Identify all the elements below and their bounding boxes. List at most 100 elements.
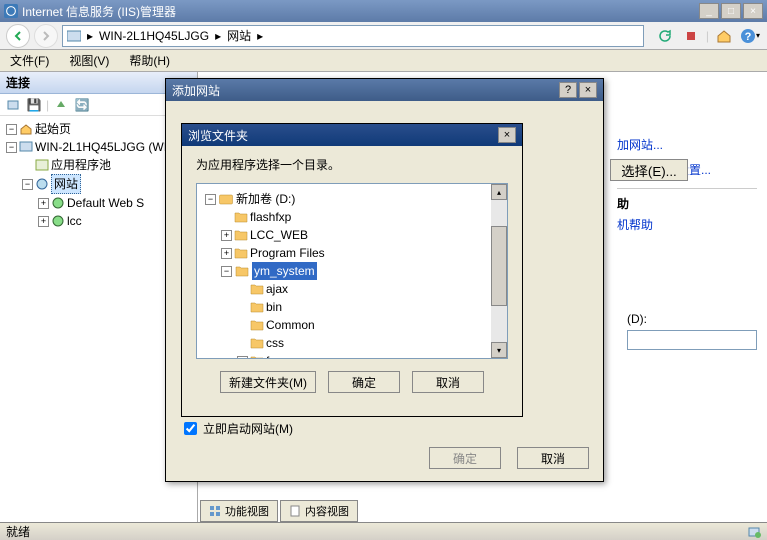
folder-tree[interactable]: − 新加卷 (D:) flashfxp + LCC_WEB + Program Fil… xyxy=(197,184,507,359)
new-folder-button[interactable]: 新建文件夹(M) xyxy=(220,371,316,393)
action-online-help[interactable]: 机帮助 xyxy=(617,212,757,237)
doc-icon xyxy=(289,505,301,517)
grid-icon xyxy=(209,505,221,517)
expand-toggle[interactable]: + xyxy=(38,198,49,209)
folder-icon xyxy=(250,283,264,295)
expand-toggle[interactable]: − xyxy=(22,179,33,190)
close-button[interactable]: × xyxy=(743,3,763,19)
tree-apppool[interactable]: 应用程序池 xyxy=(51,156,111,174)
server-icon xyxy=(67,29,81,43)
add-website-titlebar[interactable]: 添加网站 ? × xyxy=(166,79,603,101)
folder-bin[interactable]: bin xyxy=(266,298,282,316)
breadcrumb-sep: ▸ xyxy=(257,29,263,43)
add-website-title: 添加网站 xyxy=(172,82,220,99)
home-button[interactable] xyxy=(713,25,735,47)
save-button[interactable]: 💾 xyxy=(25,96,43,114)
config-icon xyxy=(747,525,761,539)
start-immediately-row: 立即启动网站(M) xyxy=(184,420,293,437)
add-website-dialog: 添加网站 ? × 选择(E)... 浏览文件夹 × 为应用程序选择一个目录。 −… xyxy=(165,78,604,482)
scroll-up-button[interactable]: ▴ xyxy=(491,184,507,200)
help-button[interactable]: ?▾ xyxy=(739,25,761,47)
start-immediately-label: 立即启动网站(M) xyxy=(203,420,293,437)
up-button[interactable] xyxy=(52,96,70,114)
dialog-help-button[interactable]: ? xyxy=(559,82,577,98)
stop-button[interactable] xyxy=(680,25,702,47)
menu-view[interactable]: 视图(V) xyxy=(65,50,113,71)
folder-css[interactable]: css xyxy=(266,334,284,352)
app-icon xyxy=(4,4,18,18)
browse-cancel-button[interactable]: 取消 xyxy=(412,371,484,393)
expand-toggle[interactable]: + xyxy=(221,230,232,241)
connect-button[interactable] xyxy=(4,96,22,114)
browse-prompt: 为应用程序选择一个目录。 xyxy=(182,146,522,179)
tree-startpage[interactable]: 起始页 xyxy=(35,120,71,138)
browse-folder-dialog: 浏览文件夹 × 为应用程序选择一个目录。 − 新加卷 (D:) flashfxp … xyxy=(181,123,523,417)
server-icon xyxy=(19,140,33,154)
breadcrumb-bar[interactable]: ▸ WIN-2L1HQ45LJGG ▸ 网站 ▸ xyxy=(62,25,644,47)
folder-icon xyxy=(234,211,248,223)
nav-bar: ▸ WIN-2L1HQ45LJGG ▸ 网站 ▸ | ?▾ xyxy=(0,22,767,50)
minimize-button[interactable]: _ xyxy=(699,3,719,19)
browse-titlebar[interactable]: 浏览文件夹 × xyxy=(182,124,522,146)
physical-path-field: (D): xyxy=(627,312,757,350)
scroll-down-button[interactable]: ▾ xyxy=(491,342,507,358)
expand-toggle[interactable]: − xyxy=(205,194,216,205)
folder-icon xyxy=(250,355,264,359)
expand-toggle[interactable]: − xyxy=(6,124,17,135)
refresh-button[interactable] xyxy=(654,25,676,47)
dialog-close-button[interactable]: × xyxy=(579,82,597,98)
action-add-site[interactable]: 加网站... xyxy=(617,132,757,157)
tree-server[interactable]: WIN-2L1HQ45LJGG (WIN xyxy=(35,138,176,156)
breadcrumb-sep: ▸ xyxy=(215,29,221,43)
tab-features[interactable]: 功能视图 xyxy=(200,500,278,522)
actions-pane: 加网站... 置网站默认设置... 助 机帮助 xyxy=(617,132,757,237)
addsite-ok-button[interactable]: 确定 xyxy=(429,447,501,469)
tree-defaultsite[interactable]: Default Web S xyxy=(67,194,144,212)
breadcrumb-server[interactable]: WIN-2L1HQ45LJGG xyxy=(99,29,209,43)
maximize-button[interactable]: □ xyxy=(721,3,741,19)
scroll-thumb[interactable] xyxy=(491,226,507,306)
home-icon xyxy=(19,122,33,136)
browse-title: 浏览文件夹 xyxy=(188,127,248,144)
folder-icon xyxy=(234,229,248,241)
expand-toggle[interactable]: + xyxy=(221,248,232,259)
back-button[interactable] xyxy=(6,24,30,48)
folder-icon xyxy=(250,301,264,313)
globe-icon xyxy=(51,196,65,210)
breadcrumb-sep: ▸ xyxy=(87,29,93,43)
expand-toggle[interactable]: − xyxy=(6,142,17,153)
physical-path-input[interactable] xyxy=(627,330,757,350)
menu-help[interactable]: 帮助(H) xyxy=(125,50,174,71)
drive-icon xyxy=(219,193,233,205)
tree-lcc[interactable]: lcc xyxy=(67,212,82,230)
folder-common[interactable]: Common xyxy=(266,316,315,334)
expand-toggle[interactable]: + xyxy=(38,216,49,227)
tab-content[interactable]: 内容视图 xyxy=(280,500,358,522)
folder-ymsystem[interactable]: ym_system xyxy=(252,262,317,280)
folder-f[interactable]: f xyxy=(266,352,269,359)
refresh-connections-button[interactable]: 🔄 xyxy=(73,96,91,114)
expand-toggle[interactable]: + xyxy=(237,356,248,360)
breadcrumb-sites[interactable]: 网站 xyxy=(227,27,251,44)
folder-progfiles[interactable]: Program Files xyxy=(250,244,325,262)
apppool-icon xyxy=(35,158,49,172)
actions-help-header: 助 xyxy=(617,197,629,211)
expand-toggle[interactable]: − xyxy=(221,266,232,277)
folder-icon xyxy=(234,247,248,259)
view-tabs: 功能视图 内容视图 xyxy=(200,500,358,522)
forward-button[interactable] xyxy=(34,24,58,48)
start-immediately-checkbox[interactable] xyxy=(184,422,197,435)
select-apppool-button[interactable]: 选择(E)... xyxy=(610,159,688,181)
browse-close-button[interactable]: × xyxy=(498,127,516,143)
folder-ajax[interactable]: ajax xyxy=(266,280,288,298)
tree-drive[interactable]: 新加卷 (D:) xyxy=(236,190,295,208)
browse-ok-button[interactable]: 确定 xyxy=(328,371,400,393)
menu-file[interactable]: 文件(F) xyxy=(6,50,53,71)
folder-lccweb[interactable]: LCC_WEB xyxy=(250,226,308,244)
folder-icon xyxy=(250,319,264,331)
addsite-cancel-button[interactable]: 取消 xyxy=(517,447,589,469)
folder-flashfxp[interactable]: flashfxp xyxy=(250,208,291,226)
globe-icon xyxy=(51,214,65,228)
folder-tree-scrollbar[interactable]: ▴ ▾ xyxy=(491,184,507,358)
tree-sites[interactable]: 网站 xyxy=(51,174,81,194)
